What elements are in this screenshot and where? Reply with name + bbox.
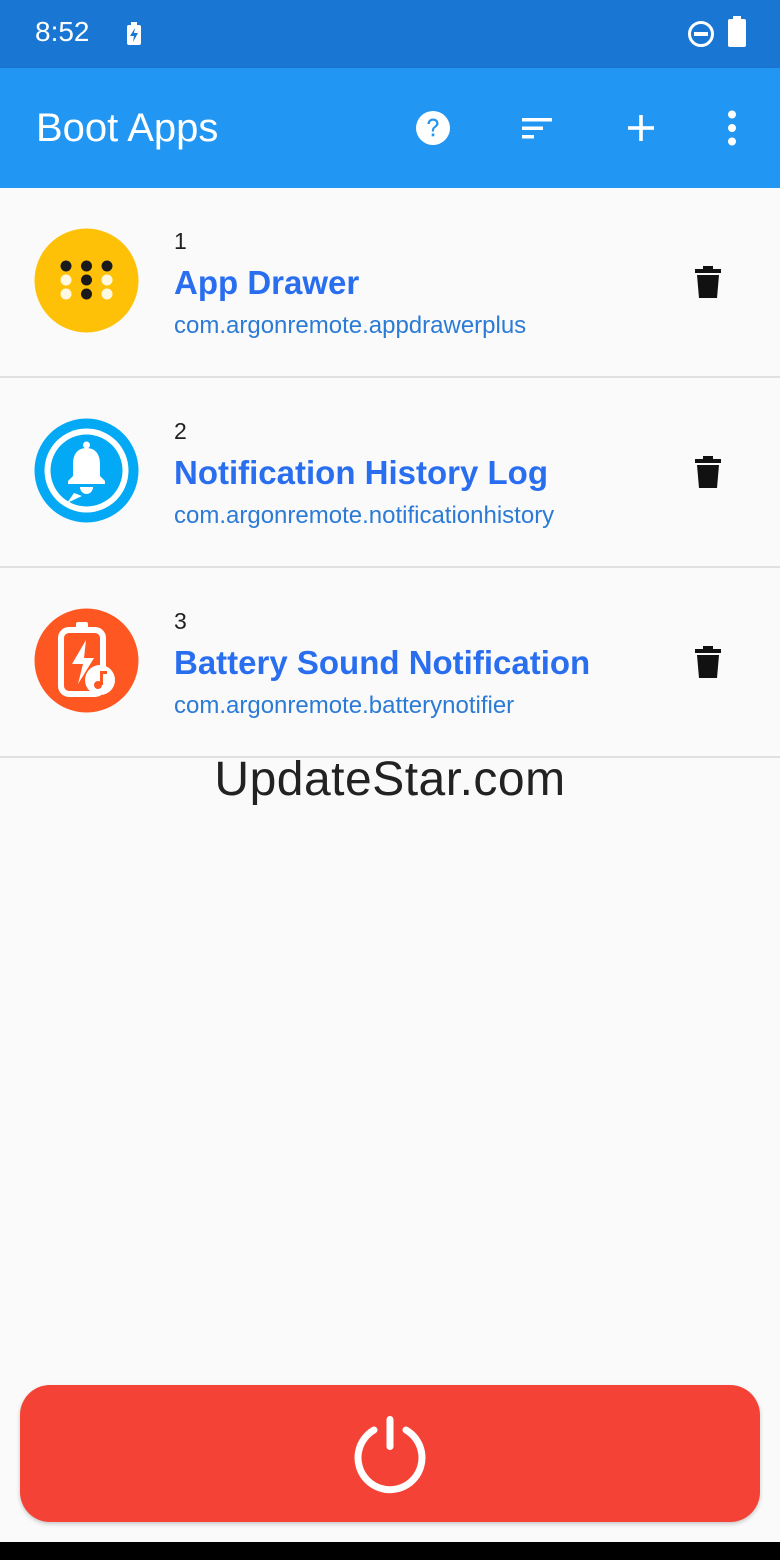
- list-item[interactable]: 1 App Drawer com.argonremote.appdrawerpl…: [0, 188, 780, 378]
- power-button[interactable]: [20, 1385, 760, 1522]
- more-options-button[interactable]: [708, 104, 756, 152]
- app-bar: Boot Apps: [0, 68, 780, 188]
- add-icon: [628, 115, 654, 141]
- charging-icon: [126, 22, 142, 51]
- add-button[interactable]: [617, 104, 665, 152]
- do-not-disturb-icon: [687, 20, 715, 53]
- help-button[interactable]: [409, 104, 457, 152]
- sort-button[interactable]: [513, 104, 561, 152]
- status-bar: 8:52: [0, 0, 780, 68]
- app-order: 3: [174, 608, 187, 634]
- delete-button[interactable]: [684, 448, 732, 496]
- sort-icon: [522, 118, 552, 139]
- app-package: com.argonremote.appdrawerplus: [174, 312, 527, 339]
- app-title: Boot Apps: [36, 106, 219, 150]
- delete-button[interactable]: [684, 258, 732, 306]
- list-item[interactable]: 2 Notification History Log com.argonremo…: [0, 378, 780, 568]
- battery-sound-icon: [34, 608, 139, 713]
- status-time: 8:52: [35, 16, 90, 47]
- notification-bell-icon: [34, 418, 139, 523]
- navigation-bar: [0, 1542, 780, 1560]
- watermark-text: UpdateStar.com: [214, 753, 566, 806]
- more-vert-icon: [728, 110, 736, 146]
- list-item[interactable]: 3 Battery Sound Notification com.argonre…: [0, 568, 780, 758]
- boot-apps-list: 1 App Drawer com.argonremote.appdrawerpl…: [0, 188, 780, 758]
- app-order: 2: [174, 418, 187, 444]
- battery-icon: [727, 16, 747, 53]
- app-drawer-icon: [34, 228, 139, 333]
- app-name: App Drawer: [174, 264, 360, 301]
- delete-icon: [695, 456, 721, 488]
- app-package: com.argonremote.notificationhistory: [174, 502, 555, 529]
- app-name: Battery Sound Notification: [174, 644, 591, 681]
- help-icon: [416, 111, 450, 145]
- delete-button[interactable]: [684, 638, 732, 686]
- app-package: com.argonremote.batterynotifier: [174, 692, 515, 719]
- app-name: Notification History Log: [174, 454, 548, 491]
- delete-icon: [695, 646, 721, 678]
- app-order: 1: [174, 228, 187, 254]
- delete-icon: [695, 266, 721, 298]
- power-icon: [354, 1415, 426, 1493]
